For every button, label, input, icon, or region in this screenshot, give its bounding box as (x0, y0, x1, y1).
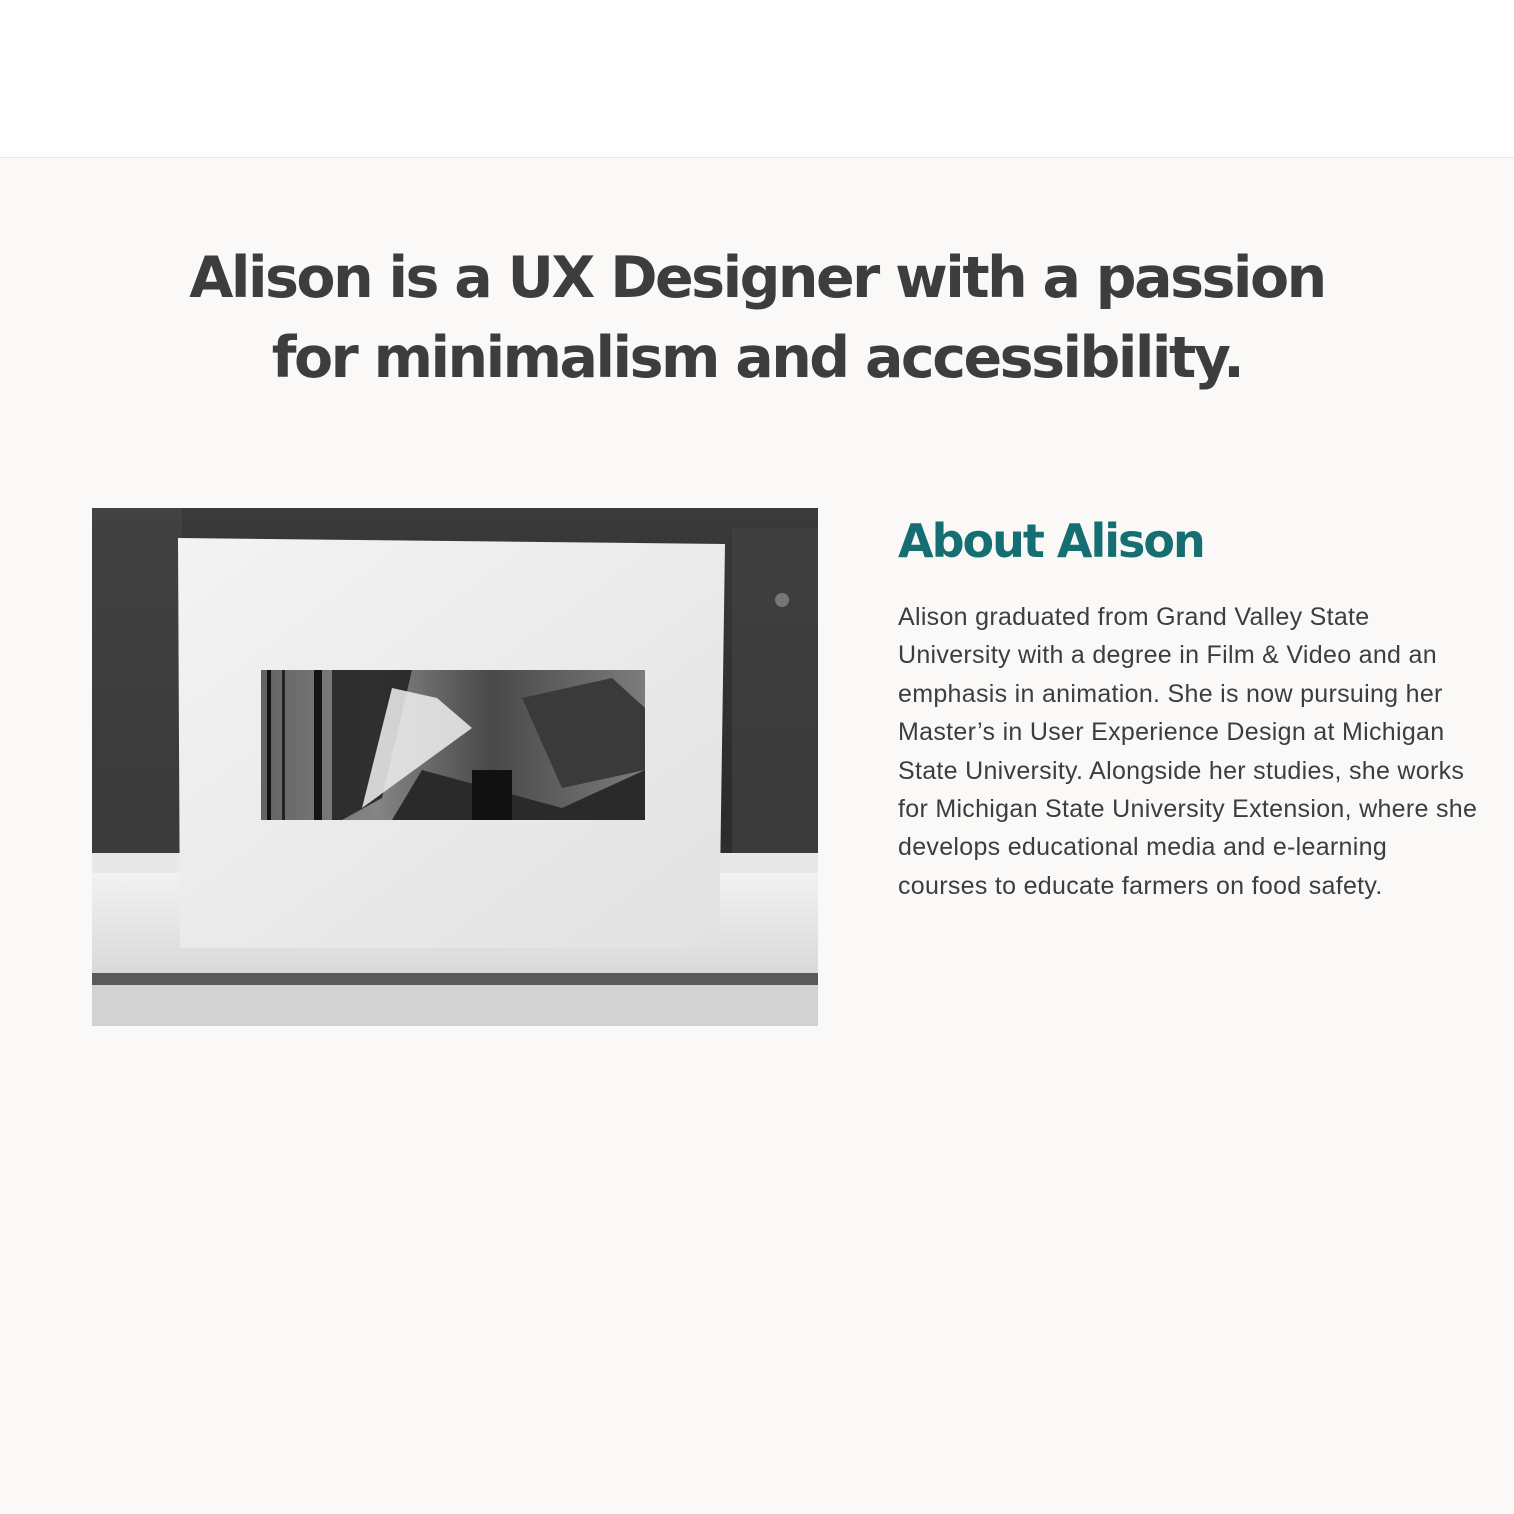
about-bio-text: Alison graduated from Grand Valley State… (898, 603, 1478, 900)
hero-headline: Alison is a UX Designer with a passion f… (189, 245, 1327, 391)
site-header (0, 0, 1514, 158)
about-heading: About Alison (898, 514, 1206, 568)
framed-print-photo (92, 508, 818, 1026)
